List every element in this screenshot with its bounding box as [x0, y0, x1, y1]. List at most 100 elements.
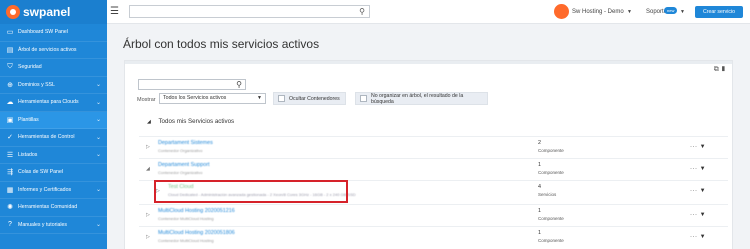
- service-name[interactable]: MultiCloud Hosting 2020051216: [158, 208, 235, 214]
- chevron-down-icon[interactable]: ⌄: [96, 221, 101, 228]
- expand-icon[interactable]: ▷: [146, 144, 150, 150]
- global-search-input[interactable]: ⚲: [129, 5, 370, 18]
- collapse-icon[interactable]: ◢: [146, 166, 150, 172]
- service-description: Contenedor Organizativo: [158, 170, 203, 175]
- service-name[interactable]: Departament Sistemes: [158, 140, 213, 146]
- sidebar-item-label: Herramientas para Clouds: [18, 99, 79, 106]
- component-count-label: Servicios: [538, 192, 557, 197]
- user-avatar[interactable]: [554, 4, 569, 19]
- tree-row[interactable]: ▷ MultiCloud Hosting 2020051216 Contenedor…: [139, 204, 728, 226]
- sidebar-item[interactable]: ? Manuales y tutoriales ⌄: [0, 217, 107, 234]
- sidebar-item[interactable]: ▭ Dashboard SW Panel: [0, 24, 107, 42]
- services-panel: ⧉ ▮ ⚲ Mostrar Todos los Servicios activo…: [124, 60, 733, 249]
- sidebar-item[interactable]: ▦ Informes y Certificados ⌄: [0, 182, 107, 199]
- no-tree-toggle[interactable]: No organizar en árbol, el resultado de l…: [355, 92, 488, 105]
- dashboard-icon: ▭: [6, 29, 14, 37]
- hamburger-menu-icon[interactable]: ☰: [110, 6, 119, 17]
- component-count-label: Componente: [538, 148, 564, 153]
- sidebar-item[interactable]: ⛉ Seguridad: [0, 59, 107, 77]
- sidebar-item-label: Dominios y SSL: [18, 81, 55, 88]
- tree-root-label: Todos mis Servicios activos: [158, 118, 235, 125]
- cloud-icon: ☁: [6, 99, 14, 107]
- tree-icon: ▤: [6, 46, 14, 54]
- chevron-down-icon[interactable]: ⌄: [96, 186, 101, 193]
- check-circle-icon: ✓: [7, 134, 13, 142]
- service-description: Contenedor Organizativo: [158, 148, 203, 153]
- sidebar-item-label: Herramientas Comunidad: [18, 204, 78, 211]
- export-icon[interactable]: ⧉: [714, 66, 719, 73]
- sidebar-item[interactable]: ⇶ Colas de SW Panel: [0, 164, 107, 182]
- row-actions-menu[interactable]: ··· ▼: [690, 234, 706, 240]
- service-name[interactable]: MultiCloud Hosting 2020051806: [158, 230, 235, 236]
- sidebar-item[interactable]: ✺ Herramientas Comunidad: [0, 199, 107, 217]
- chevron-down-icon[interactable]: ⌄: [96, 151, 101, 158]
- shield-icon: ⛉: [7, 63, 13, 71]
- hide-containers-toggle[interactable]: Ocultar Contenedores: [273, 92, 346, 105]
- chevron-down-icon[interactable]: ⌄: [96, 81, 101, 88]
- component-count-label: Componente: [538, 216, 564, 221]
- chevron-down-icon[interactable]: ⌄: [96, 116, 101, 123]
- row-actions-menu[interactable]: ··· ▼: [690, 144, 706, 150]
- tree-root[interactable]: ◢ Todos mis Servicios activos: [147, 118, 234, 125]
- chevron-down-icon[interactable]: ⌄: [96, 134, 101, 141]
- sidebar-item-label: Seguridad: [18, 64, 42, 71]
- logo-mark-icon: [6, 5, 20, 19]
- search-icon[interactable]: ⚲: [359, 7, 365, 16]
- show-label: Mostrar: [137, 97, 156, 103]
- tree-row[interactable]: ▷ Departament Sistemes Contenedor Organiza…: [139, 136, 728, 158]
- hide-containers-checkbox[interactable]: [278, 95, 285, 102]
- chevron-down-icon: ▼: [257, 95, 262, 101]
- expand-icon[interactable]: ▷: [146, 212, 150, 218]
- globe-icon: ⊕: [7, 81, 13, 89]
- sidebar-item[interactable]: ✓ Herramientas de Control ⌄: [0, 129, 107, 147]
- show-filter-value: Todos los Servicios activos: [163, 95, 227, 101]
- component-count: 1: [538, 230, 541, 236]
- sidebar-item[interactable]: ▤ Árbol de servicios activos: [0, 42, 107, 59]
- highlight-box: [154, 180, 348, 203]
- sidebar-item[interactable]: ☰ Listados ⌄: [0, 147, 107, 164]
- hide-containers-label: Ocultar Contenedores: [289, 95, 340, 102]
- help-icon: ?: [8, 221, 12, 229]
- print-icon[interactable]: ▮: [721, 66, 726, 73]
- template-icon: ▣: [6, 116, 14, 124]
- list-icon: ☰: [6, 151, 14, 159]
- user-name[interactable]: Sw Hosting - Demo: [572, 9, 624, 15]
- row-actions-menu[interactable]: ··· ▼: [690, 166, 706, 172]
- sidebar-item-label: Manuales y tutoriales: [18, 221, 68, 228]
- tree-search-input[interactable]: ⚲: [138, 79, 246, 90]
- create-service-button[interactable]: Crear servicio: [695, 6, 743, 18]
- sidebar-item[interactable]: ⊕ Dominios y SSL ⌄: [0, 77, 107, 94]
- component-count: 1: [538, 162, 541, 168]
- sidebar-item[interactable]: ▣ Plantillas ⌄: [0, 111, 107, 129]
- no-tree-checkbox[interactable]: [360, 95, 367, 102]
- sidebar-item[interactable]: ☁ Herramientas para Clouds ⌄: [0, 94, 107, 112]
- tree-row[interactable]: ▷ MultiCloud Hosting 2020051806 Contenedor…: [139, 226, 728, 248]
- service-name[interactable]: Departament Support: [158, 162, 210, 168]
- sidebar-item-label: Árbol de servicios activos: [18, 46, 77, 53]
- sidebar-item-label: Plantillas: [18, 116, 39, 123]
- panel-tools: ⧉ ▮: [714, 66, 726, 74]
- tree-row[interactable]: ◢ Departament Support Contenedor Organizat…: [139, 158, 728, 180]
- search-icon[interactable]: ⚲: [236, 80, 242, 89]
- expand-icon[interactable]: ▷: [146, 234, 150, 240]
- sidebar-item-label: Dashboard SW Panel: [18, 29, 68, 36]
- support-chevron-down-icon[interactable]: ▼: [680, 9, 685, 15]
- sidebar: swpanel ▭ Dashboard SW Panel ▤ Árbol de ser…: [0, 0, 107, 249]
- sidebar-item-label: Colas de SW Panel: [18, 169, 63, 176]
- user-chevron-down-icon[interactable]: ▼: [627, 9, 632, 15]
- collapse-icon[interactable]: ◢: [147, 119, 151, 125]
- brand-name: swpanel: [23, 5, 71, 19]
- show-filter-select[interactable]: Todos los Servicios activos ▼: [159, 93, 266, 104]
- sidebar-item-label: Herramientas de Control: [18, 134, 75, 141]
- sidebar-menu: ▭ Dashboard SW Panel ▤ Árbol de servicios a…: [0, 24, 107, 234]
- chevron-down-icon[interactable]: ⌄: [96, 99, 101, 106]
- no-tree-label: No organizar en árbol, el resultado de l…: [370, 92, 464, 105]
- panel-header-bar: [125, 61, 732, 64]
- logo[interactable]: swpanel: [0, 0, 107, 24]
- component-count: 4: [538, 184, 541, 190]
- row-actions-menu[interactable]: ··· ▼: [690, 188, 706, 194]
- service-description: Contenedor MultiCloud Hosting: [158, 216, 214, 221]
- sidebar-item-label: Listados: [18, 151, 38, 158]
- service-description: Contenedor MultiCloud Hosting: [158, 238, 214, 243]
- row-actions-menu[interactable]: ··· ▼: [690, 212, 706, 218]
